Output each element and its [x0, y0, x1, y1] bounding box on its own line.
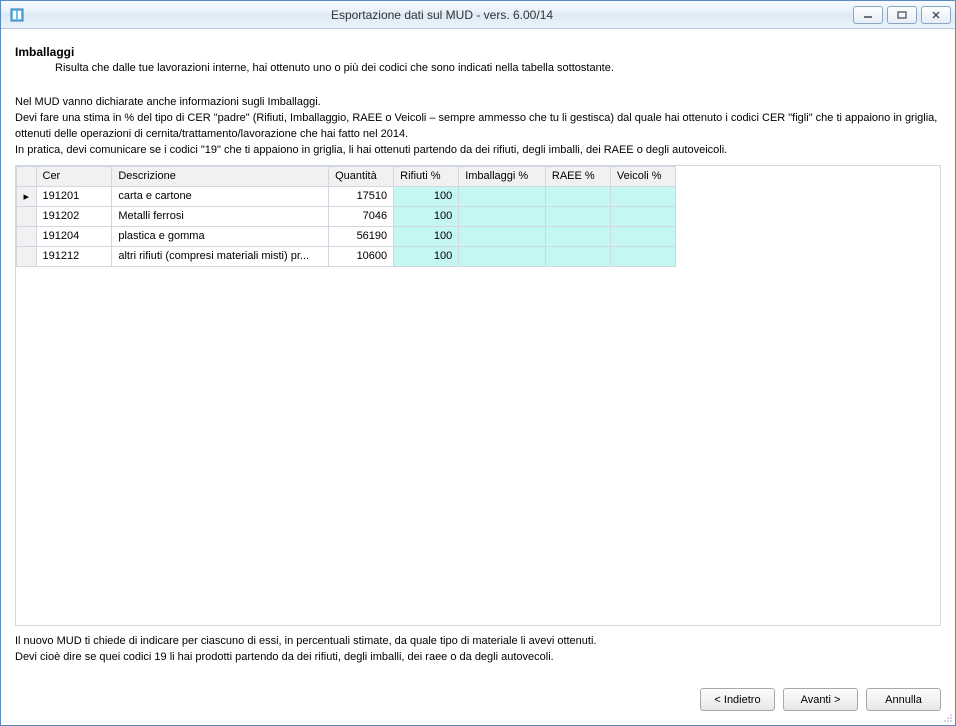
cell-quantita[interactable]: 7046	[329, 206, 394, 226]
footer-text: Il nuovo MUD ti chiede di indicare per c…	[15, 634, 941, 666]
intro-line-3: In pratica, devi comunicare se i codici …	[15, 144, 727, 156]
row-indicator	[17, 206, 37, 226]
cell-quantita[interactable]: 56190	[329, 226, 394, 246]
row-indicator	[17, 246, 37, 266]
cell-imballaggi[interactable]	[459, 186, 546, 206]
cell-raee[interactable]	[545, 226, 610, 246]
row-indicator-icon: ▸	[17, 186, 37, 206]
window-controls	[853, 6, 951, 24]
app-window: Esportazione dati sul MUD - vers. 6.00/1…	[0, 0, 956, 726]
cell-quantita[interactable]: 10600	[329, 246, 394, 266]
cell-raee[interactable]	[545, 206, 610, 226]
wizard-buttons: < Indietro Avanti > Annulla	[1, 674, 955, 725]
col-quantita[interactable]: Quantità	[329, 166, 394, 186]
col-veicoli[interactable]: Veicoli %	[610, 166, 675, 186]
page-heading: Imballaggi	[15, 45, 941, 59]
col-rifiuti[interactable]: Rifiuti %	[394, 166, 459, 186]
cell-cer[interactable]: 191201	[36, 186, 112, 206]
cell-rifiuti[interactable]: 100	[394, 246, 459, 266]
content-area: Imballaggi Risulta che dalle tue lavoraz…	[1, 29, 955, 674]
cell-descrizione[interactable]: Metalli ferrosi	[112, 206, 329, 226]
intro-text: Nel MUD vanno dichiarate anche informazi…	[15, 95, 941, 159]
cell-cer[interactable]: 191212	[36, 246, 112, 266]
window-title: Esportazione dati sul MUD - vers. 6.00/1…	[31, 8, 853, 22]
minimize-button[interactable]	[853, 6, 883, 24]
table-row[interactable]: ▸ 191201 carta e cartone 17510 100	[17, 186, 676, 206]
footer-line-1: Il nuovo MUD ti chiede di indicare per c…	[15, 635, 596, 647]
col-descrizione[interactable]: Descrizione	[112, 166, 329, 186]
cell-raee[interactable]	[545, 246, 610, 266]
table-row[interactable]: 191212 altri rifiuti (compresi materiali…	[17, 246, 676, 266]
grid-header-row: Cer Descrizione Quantità Rifiuti % Imbal…	[17, 166, 676, 186]
cell-rifiuti[interactable]: 100	[394, 206, 459, 226]
cell-cer[interactable]: 191202	[36, 206, 112, 226]
cell-rifiuti[interactable]: 100	[394, 186, 459, 206]
cell-descrizione[interactable]: plastica e gomma	[112, 226, 329, 246]
cell-imballaggi[interactable]	[459, 226, 546, 246]
col-raee[interactable]: RAEE %	[545, 166, 610, 186]
close-button[interactable]	[921, 6, 951, 24]
table-row[interactable]: 191204 plastica e gomma 56190 100	[17, 226, 676, 246]
back-button[interactable]: < Indietro	[700, 688, 775, 711]
cell-cer[interactable]: 191204	[36, 226, 112, 246]
page-subheading: Risulta che dalle tue lavorazioni intern…	[55, 61, 941, 77]
intro-line-1: Nel MUD vanno dichiarate anche informazi…	[15, 96, 321, 108]
row-indicator	[17, 226, 37, 246]
cell-veicoli[interactable]	[610, 186, 675, 206]
col-cer[interactable]: Cer	[36, 166, 112, 186]
intro-line-2: Devi fare una stima in % del tipo di CER…	[15, 112, 937, 140]
grid-corner	[17, 166, 37, 186]
maximize-button[interactable]	[887, 6, 917, 24]
cell-raee[interactable]	[545, 186, 610, 206]
cell-quantita[interactable]: 17510	[329, 186, 394, 206]
footer-line-2: Devi cioè dire se quei codici 19 li hai …	[15, 651, 554, 663]
cell-veicoli[interactable]	[610, 206, 675, 226]
table-row[interactable]: 191202 Metalli ferrosi 7046 100	[17, 206, 676, 226]
title-bar[interactable]: Esportazione dati sul MUD - vers. 6.00/1…	[1, 1, 955, 29]
col-imballaggi[interactable]: Imballaggi %	[459, 166, 546, 186]
app-icon	[9, 7, 25, 23]
cell-imballaggi[interactable]	[459, 246, 546, 266]
next-button[interactable]: Avanti >	[783, 688, 858, 711]
cell-rifiuti[interactable]: 100	[394, 226, 459, 246]
data-grid[interactable]: Cer Descrizione Quantità Rifiuti % Imbal…	[15, 165, 941, 626]
cell-imballaggi[interactable]	[459, 206, 546, 226]
cancel-button[interactable]: Annulla	[866, 688, 941, 711]
cell-veicoli[interactable]	[610, 226, 675, 246]
cell-veicoli[interactable]	[610, 246, 675, 266]
cell-descrizione[interactable]: altri rifiuti (compresi materiali misti)…	[112, 246, 329, 266]
cell-descrizione[interactable]: carta e cartone	[112, 186, 329, 206]
